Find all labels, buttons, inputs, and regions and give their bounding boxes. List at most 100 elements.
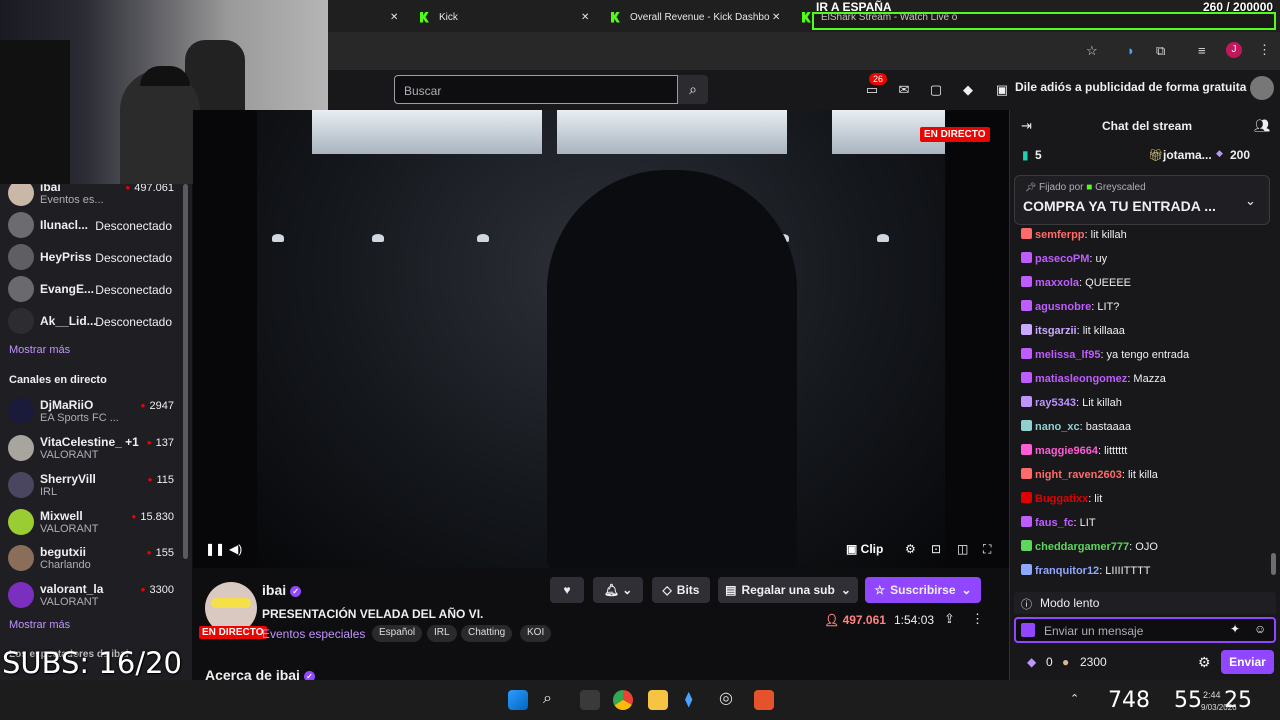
chat-username[interactable]: pasecoPM (1035, 253, 1089, 265)
tag-chip[interactable]: KOI (520, 625, 552, 642)
avatar (8, 276, 34, 302)
volume-icon[interactable]: ◀) (229, 542, 242, 556)
bookmark-star-icon[interactable]: ☆ (1086, 43, 1098, 59)
sidebar-item-offline[interactable]: Ak__Lid... Desconectado (8, 308, 184, 338)
close-icon[interactable]: ✕ (772, 6, 780, 28)
clip-button[interactable]: ▣ Clip (846, 542, 883, 556)
chat-username[interactable]: night_raven2603 (1035, 469, 1122, 481)
close-icon[interactable]: ✕ (581, 6, 589, 28)
cast-icon[interactable]: ⊡ (931, 542, 941, 556)
chat-username[interactable]: franquitor12 (1035, 565, 1099, 577)
tag-chip[interactable]: IRL (427, 625, 457, 642)
obs-icon[interactable]: ◎ (719, 688, 733, 708)
show-more-link[interactable]: Mostrar más (9, 619, 70, 631)
clip-label: Clip (860, 542, 884, 556)
sidebar-item-offline[interactable]: Ilunacl... Desconectado (8, 212, 184, 242)
brave-icon[interactable] (754, 690, 774, 710)
bits-icon: ◆ (1027, 655, 1037, 669)
share-icon[interactable]: ⇪ (944, 611, 955, 627)
crown-gem-icon[interactable]: ◆ (960, 82, 976, 97)
gift-sub-button[interactable]: ▤ Regalar una sub ⌄ (718, 577, 858, 603)
category-link[interactable]: Eventos especiales (262, 627, 365, 641)
chat-text: : lit killah (1084, 229, 1127, 241)
sidebar-item-live[interactable]: Mixwell VALORANT 15.830 (8, 509, 184, 539)
theater-mode-icon[interactable]: ◫ (957, 542, 968, 556)
sidebar-item-offline[interactable]: HeyPriss Desconectado (8, 244, 184, 274)
live-badge: EN DIRECTO (920, 127, 990, 142)
chat-username[interactable]: matiasleongomez (1035, 373, 1127, 385)
puzzle-icon[interactable]: ⧉ (1156, 43, 1165, 59)
sidebar-item-live[interactable]: SherryVill IRL 115 (8, 472, 184, 502)
sidebar-item-offline[interactable]: EvangE... Desconectado (8, 276, 184, 306)
user-avatar[interactable] (1250, 76, 1274, 100)
sidebar-item-live[interactable]: valorant_la VALORANT 3300 (8, 582, 184, 612)
chat-username[interactable]: cheddargamer777 (1035, 541, 1129, 553)
settings-gear-icon[interactable]: ⚙ (905, 542, 916, 556)
chevron-down-icon: ⌄ (961, 583, 972, 597)
chat-username[interactable]: maxxola (1035, 277, 1079, 289)
close-icon[interactable]: ✕ (390, 6, 398, 28)
sidebar-item-live[interactable]: begutxii Charlando 155 (8, 545, 184, 575)
chat-settings-gear-icon[interactable]: ⚙ (1198, 654, 1211, 671)
chat-username[interactable]: nano_xc (1035, 421, 1080, 433)
ad-free-link[interactable]: Dile adiós a publicidad de forma gratuit… (1015, 80, 1246, 94)
mail-icon[interactable]: ✉ (896, 82, 912, 97)
extension-icon[interactable]: ◗ (1127, 43, 1135, 58)
search-button[interactable]: ⌕ (678, 75, 708, 104)
chat-username[interactable]: maggie9664 (1035, 445, 1098, 457)
chat-username[interactable]: melissa_lf95 (1035, 349, 1100, 361)
chat-username[interactable]: faus_fc (1035, 517, 1074, 529)
chat-scrollbar[interactable] (1271, 553, 1276, 575)
chat-text: : Lit killah (1076, 397, 1122, 409)
windows-start-icon[interactable] (508, 690, 528, 710)
pause-icon[interactable]: ❚❚ (205, 542, 225, 556)
bits-button[interactable]: ◇ Bits (652, 577, 710, 603)
profile-avatar[interactable]: J (1226, 42, 1242, 58)
sidebar-scrollbar[interactable] (183, 184, 188, 559)
channel-category: VALORANT (40, 449, 99, 461)
sidebar-item-live[interactable]: DjMaRiiO EA Sports FC ... 2947 (8, 398, 184, 428)
emote-smile-icon[interactable]: ☺ (1254, 622, 1266, 636)
chat-username[interactable]: semferpp (1035, 229, 1085, 241)
chat-bubble-icon[interactable]: ▢ (928, 82, 944, 97)
search-icon[interactable]: ⌕ (543, 690, 552, 708)
app-icon[interactable]: ⧫ (685, 690, 692, 708)
subscribe-button[interactable]: ☆ Suscribirse ⌄ (865, 577, 981, 603)
menu-icon[interactable]: ⋮ (1258, 42, 1271, 58)
tag-chip[interactable]: Español (372, 625, 423, 642)
notifications-button[interactable]: 🔔︎ ⌄ (593, 577, 643, 603)
media-icon[interactable]: ≡ (1198, 43, 1206, 58)
show-more-link[interactable]: Mostrar más (9, 344, 70, 356)
bits-cheer-icon[interactable]: ✦ (1230, 622, 1240, 636)
follow-heart-button[interactable]: ♥ (550, 577, 584, 603)
chrome-icon[interactable] (613, 690, 633, 710)
chat-username[interactable]: ray5343 (1035, 397, 1076, 409)
search-input[interactable]: Buscar (394, 75, 678, 104)
chevron-down-icon[interactable]: ⌄ (1245, 193, 1256, 209)
top-user[interactable]: jotama... (1163, 148, 1212, 162)
community-icon[interactable]: 👥︎ (1254, 118, 1271, 134)
browser-tab[interactable]: Overall Revenue - Kick Dashbo (611, 6, 770, 28)
avatar (8, 398, 34, 424)
tag-chip[interactable]: Chatting (461, 625, 513, 642)
video-player[interactable] (193, 110, 1009, 568)
fullscreen-icon[interactable]: ⛶ (983, 542, 991, 557)
channel-name[interactable]: ibai ✓ (262, 582, 302, 598)
send-button[interactable]: Enviar (1221, 650, 1274, 674)
more-options-icon[interactable]: ⋮ (971, 611, 984, 627)
task-view-icon[interactable] (580, 690, 600, 710)
channel-points-icon: ● (1062, 655, 1070, 669)
channel-category: VALORANT (40, 596, 99, 608)
chat-username[interactable]: agusnobre (1035, 301, 1091, 313)
browser-tab[interactable]: Kick (420, 6, 458, 28)
chat-username[interactable]: Buggatixx (1035, 493, 1088, 505)
chat-username[interactable]: itsgarzii (1035, 325, 1077, 337)
badge-icon[interactable] (1021, 623, 1035, 637)
collapse-chat-icon[interactable]: ⇥ (1021, 118, 1032, 134)
sidebar-item-ibai[interactable]: ibai Eventos es... 497.061 (8, 180, 184, 210)
file-explorer-icon[interactable] (648, 690, 668, 710)
chevron-up-icon[interactable]: ⌃ (1070, 692, 1079, 705)
chat-text: : lit (1088, 493, 1103, 505)
viewer-count: 👤︎ 497.061 (824, 613, 886, 627)
sidebar-item-live[interactable]: VitaCelestine_ +1 VALORANT 137 (8, 435, 184, 465)
